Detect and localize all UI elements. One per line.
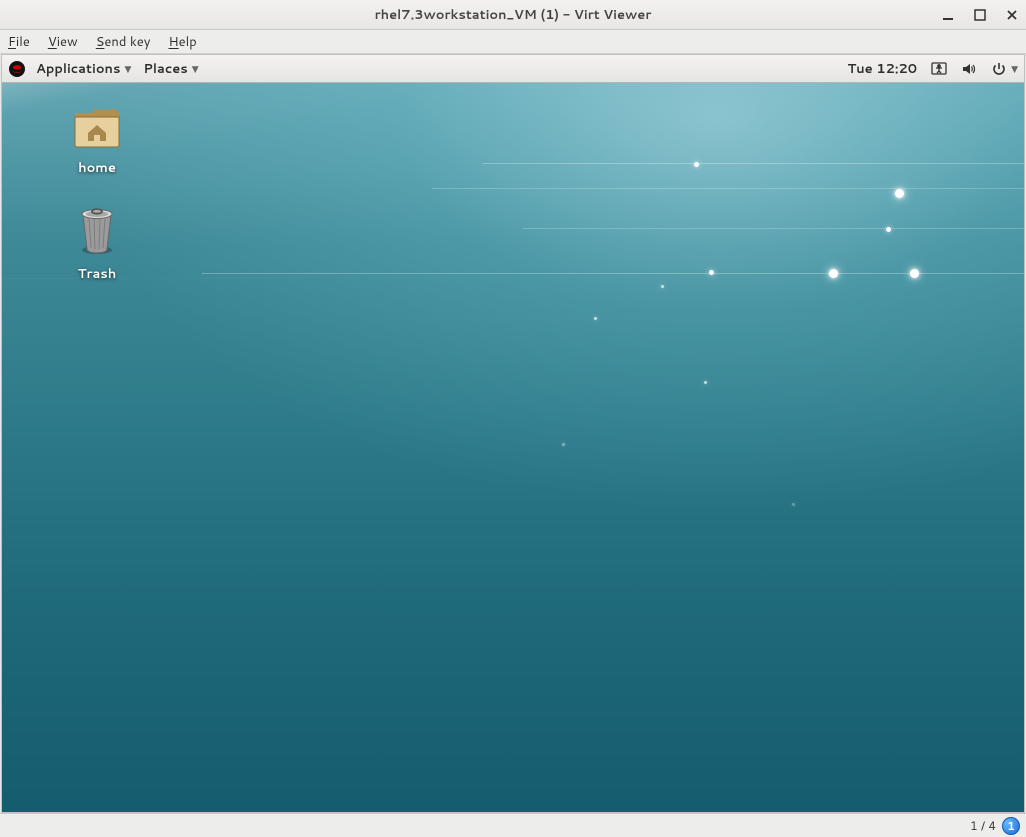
window-title: rhel7.3workstation_VM (1) - Virt Viewer bbox=[0, 6, 1026, 24]
applications-menu[interactable]: Applications ▼ bbox=[30, 55, 137, 82]
trash-icon bbox=[73, 205, 121, 260]
window-close-button[interactable] bbox=[1004, 7, 1020, 23]
window-minimize-button[interactable] bbox=[940, 7, 956, 23]
wallpaper-decoration bbox=[895, 189, 904, 198]
accessibility-icon[interactable] bbox=[931, 61, 947, 77]
window-controls bbox=[940, 7, 1020, 23]
desktop-icon-label: Trash bbox=[78, 265, 117, 283]
wallpaper-decoration bbox=[829, 269, 838, 278]
places-label: Places bbox=[143, 60, 187, 78]
wallpaper-decoration bbox=[792, 503, 795, 506]
volume-icon[interactable] bbox=[961, 61, 977, 77]
desktop-wallpaper[interactable]: home bbox=[2, 83, 1024, 812]
home-folder-icon bbox=[71, 103, 123, 154]
redhat-logo-icon bbox=[8, 60, 26, 78]
desktop-icons: home bbox=[52, 103, 142, 283]
wallpaper-decoration bbox=[202, 273, 1024, 274]
chevron-down-icon: ▼ bbox=[1011, 62, 1018, 75]
wallpaper-decoration bbox=[432, 188, 1024, 189]
menu-file[interactable]: File bbox=[8, 33, 30, 51]
guest-desktop: Applications ▼ Places ▼ Tue 12:20 bbox=[2, 55, 1024, 812]
wallpaper-decoration bbox=[522, 228, 1024, 229]
topbar-right: Tue 12:20 bbox=[847, 60, 1018, 78]
desktop-icon-label: home bbox=[78, 159, 116, 177]
wallpaper-decoration bbox=[532, 381, 1024, 382]
wallpaper-decoration bbox=[482, 163, 1024, 164]
wallpaper-decoration bbox=[661, 285, 664, 288]
wallpaper-decoration bbox=[886, 227, 891, 232]
desktop-icon-trash[interactable]: Trash bbox=[52, 205, 142, 283]
app-menubar: File View Send key Help bbox=[0, 30, 1026, 54]
wallpaper-decoration bbox=[910, 269, 919, 278]
power-icon[interactable] bbox=[991, 61, 1007, 77]
menu-view[interactable]: View bbox=[48, 33, 78, 51]
wallpaper-decoration bbox=[694, 162, 699, 167]
wallpaper-decoration bbox=[594, 317, 597, 320]
wallpaper-decoration bbox=[704, 381, 707, 384]
wallpaper-decoration bbox=[372, 318, 1024, 319]
menu-help[interactable]: Help bbox=[169, 33, 197, 51]
wallpaper-decoration bbox=[562, 443, 565, 446]
window-maximize-button[interactable] bbox=[972, 7, 988, 23]
guest-display[interactable]: Applications ▼ Places ▼ Tue 12:20 bbox=[1, 54, 1025, 813]
wallpaper-decoration bbox=[2, 278, 294, 279]
chevron-down-icon: ▼ bbox=[124, 62, 131, 75]
window-titlebar: rhel7.3workstation_VM (1) - Virt Viewer bbox=[0, 0, 1026, 30]
chevron-down-icon: ▼ bbox=[192, 62, 199, 75]
gnome-topbar: Applications ▼ Places ▼ Tue 12:20 bbox=[2, 55, 1024, 83]
wallpaper-decoration bbox=[709, 270, 714, 275]
statusbar: 1 / 4 1 bbox=[0, 813, 1026, 837]
menu-sendkey[interactable]: Send key bbox=[96, 33, 151, 51]
clock[interactable]: Tue 12:20 bbox=[847, 60, 917, 78]
display-counter: 1 / 4 bbox=[970, 817, 996, 834]
places-menu[interactable]: Places ▼ bbox=[137, 55, 204, 82]
desktop-icon-home[interactable]: home bbox=[52, 103, 142, 177]
applications-label: Applications bbox=[36, 60, 120, 78]
display-indicator-badge[interactable]: 1 bbox=[1002, 817, 1020, 835]
